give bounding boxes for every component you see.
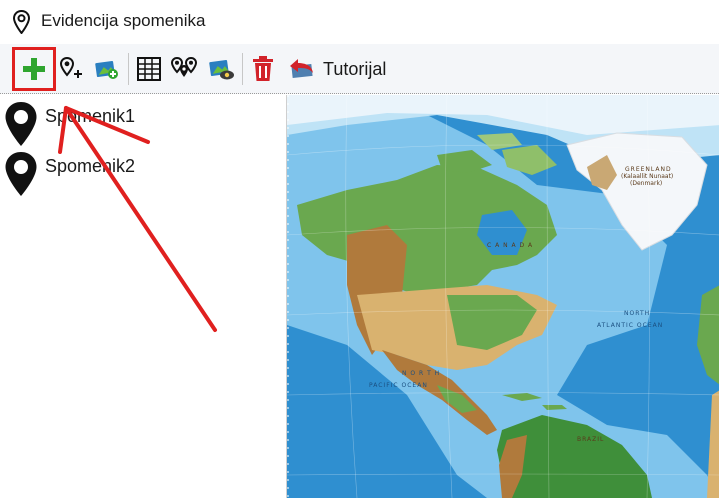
world-map[interactable]: C A N A D A N O R T H PACIFIC OCEAN NORT… — [286, 95, 719, 498]
delete-button[interactable] — [246, 52, 280, 86]
list-item-label: Spomenik2 — [45, 156, 136, 176]
monument-list: Spomenik1 Spomenik2 — [0, 95, 286, 498]
add-location-button[interactable] — [54, 52, 88, 86]
title-bar: Evidencija spomenika — [0, 0, 719, 44]
show-pins-button[interactable] — [167, 52, 201, 86]
multi-pin-icon — [170, 56, 198, 77]
list-item-label: Spomenik1 — [45, 106, 136, 126]
map-label-north-atlantic: NORTH — [624, 310, 651, 317]
map-label-greenland: GREENLAND — [625, 166, 672, 173]
map-label-greenland-sub: (Kalaallit Nunaat) — [621, 173, 674, 180]
map-label-brazil: BRAZIL — [577, 436, 605, 443]
plus-icon — [23, 58, 45, 80]
map-pin-icon — [13, 10, 30, 34]
add-monument-button[interactable] — [12, 47, 56, 91]
pin-plus-icon — [59, 56, 82, 78]
view-image-button[interactable] — [204, 52, 238, 86]
add-image-button[interactable] — [90, 52, 124, 86]
map-label-greenland-sub2: (Denmark) — [630, 180, 663, 187]
undo-arrow-icon — [290, 59, 313, 79]
map-label-canada: C A N A D A — [487, 242, 534, 249]
map-pin-icon — [5, 102, 37, 146]
tutorial-label[interactable]: Tutorijal — [323, 59, 386, 80]
map-image — [287, 95, 719, 498]
map-label-north: N O R T H — [402, 370, 441, 377]
window-title: Evidencija spomenika — [41, 11, 206, 30]
tutorial-button[interactable] — [284, 52, 318, 86]
map-pin-icon — [5, 152, 37, 196]
toolbar-separator — [128, 53, 129, 85]
table-icon — [137, 57, 161, 81]
trash-icon — [253, 56, 273, 81]
map-label-atlantic: ATLANTIC OCEAN — [597, 322, 664, 329]
table-view-button[interactable] — [132, 52, 166, 86]
map-label-pacific: PACIFIC OCEAN — [369, 382, 428, 389]
list-item[interactable]: Spomenik2 — [0, 149, 286, 199]
image-eye-icon — [209, 59, 234, 80]
toolbar-separator — [242, 53, 243, 85]
list-item[interactable]: Spomenik1 — [0, 99, 286, 149]
toolbar: Tutorijal — [0, 44, 719, 94]
image-plus-icon — [95, 60, 118, 79]
